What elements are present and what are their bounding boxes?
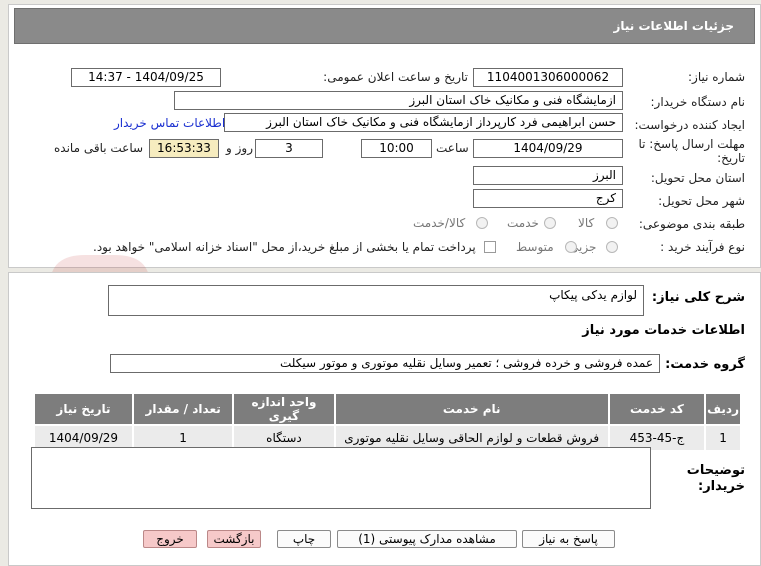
treasury-checkbox[interactable] [484, 241, 496, 253]
buyer-org-field: ازمایشگاه فنی و مکانیک خاک استان البرز [174, 91, 623, 110]
col-need-date: تاریخ نیاز [33, 392, 134, 426]
col-unit: واحد اندازه گیری [232, 392, 336, 426]
deadline-label: مهلت ارسال پاسخ: تا [638, 137, 745, 151]
col-quantity: تعداد / مقدار [131, 392, 235, 426]
services-table: ردیف کد خدمت نام خدمت واحد اندازه گیری ت… [33, 392, 742, 452]
category-both-label: کالا/خدمت [413, 216, 466, 230]
process-medium-label: متوسط [516, 240, 554, 254]
city-label: شهر محل تحویل: [658, 194, 745, 208]
service-group-label: گروه خدمت: [665, 357, 745, 372]
category-both-radio[interactable] [476, 217, 488, 229]
category-label: طبقه بندی موضوعی: [638, 217, 745, 231]
table-header-row: ردیف کد خدمت نام خدمت واحد اندازه گیری ت… [33, 392, 742, 426]
deadline-time-field: 10:00 [361, 139, 432, 158]
print-button[interactable]: چاپ [277, 530, 331, 548]
exit-button[interactable]: خروج [143, 530, 197, 548]
need-number-field: 1104001306000062 [473, 68, 623, 87]
col-row-number: ردیف [704, 392, 742, 426]
deadline-label-date: تاریخ: [717, 151, 745, 165]
panel-title: جزئیات اطلاعات نیاز [613, 19, 734, 33]
city-field: کرج [473, 189, 623, 208]
creator-field: حسن ابراهیمی فرد کارپرداز ازمایشگاه فنی … [224, 113, 623, 132]
process-medium-radio[interactable] [565, 241, 577, 253]
process-minor-radio[interactable] [606, 241, 618, 253]
treasury-note: پرداخت تمام یا بخشی از مبلغ خرید،از محل … [93, 240, 476, 254]
cell-row-number: 1 [704, 424, 742, 452]
service-group-field: عمده فروشی و خرده فروشی ؛ تعمیر وسایل نق… [110, 354, 660, 373]
creator-label: ایجاد کننده درخواست: [634, 118, 745, 132]
services-section-title: اطلاعات خدمات مورد نیاز [582, 323, 745, 338]
description-label: شرح کلی نیاز: [651, 290, 745, 305]
category-goods-label: کالا [578, 216, 595, 230]
process-label: نوع فرآیند خرید : [660, 240, 745, 254]
buyer-notes-field[interactable] [31, 447, 651, 509]
announce-label: تاریخ و ساعت اعلان عمومی: [323, 70, 468, 84]
col-service-code: کد خدمت [607, 392, 707, 426]
buyer-notes-label-2: خریدار: [698, 479, 745, 494]
buyer-notes-label: توضیحات [686, 463, 745, 478]
panel-header: جزئیات اطلاعات نیاز [14, 8, 755, 44]
col-service-name: نام خدمت [333, 392, 610, 426]
remaining-time-field: 16:53:33 [149, 139, 219, 158]
description-field: لوازم یدکی پیکاپ [108, 285, 644, 316]
view-attachments-button[interactable]: مشاهده مدارک پیوستی (1) [337, 530, 517, 548]
category-service-label: خدمت [507, 216, 539, 230]
description-text: لوازم یدکی پیکاپ [549, 288, 637, 302]
announce-field: 1404/09/25 - 14:37 [71, 68, 221, 87]
reply-button[interactable]: پاسخ به نیاز [522, 530, 615, 548]
category-goods-radio[interactable] [606, 217, 618, 229]
province-field: البرز [473, 166, 623, 185]
buyer-contact-link[interactable]: اطلاعات تماس خریدار [114, 116, 225, 130]
category-service-radio[interactable] [544, 217, 556, 229]
need-number-label: شماره نیاز: [688, 70, 745, 84]
days-label: روز و [226, 141, 253, 155]
deadline-time-label: ساعت [436, 141, 469, 155]
deadline-date-field: 1404/09/29 [473, 139, 623, 158]
province-label: استان محل تحویل: [650, 171, 745, 185]
buyer-org-label: نام دستگاه خریدار: [650, 95, 746, 109]
remaining-time-label: ساعت باقی مانده [54, 141, 144, 155]
back-button[interactable]: بازگشت [207, 530, 261, 548]
days-field: 3 [255, 139, 323, 158]
